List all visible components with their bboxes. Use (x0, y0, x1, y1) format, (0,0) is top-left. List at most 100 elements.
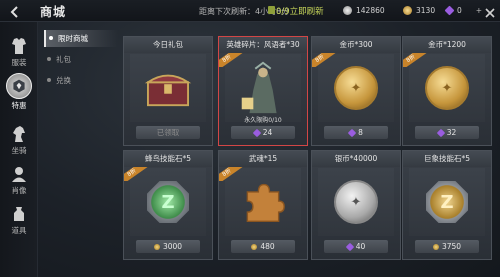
tab-dot-icon (49, 36, 53, 40)
buy-button[interactable]: 3000 (136, 240, 200, 253)
sub-tabs: 限时商城 礼包 兑换 (44, 30, 118, 93)
gem-amount: 0 (457, 6, 462, 15)
tab-label: 限时商城 (58, 34, 88, 43)
buy-button[interactable]: 480 (231, 240, 295, 253)
silver-coin-icon (343, 6, 352, 15)
card-art (130, 54, 206, 122)
tab-dot-icon (47, 78, 51, 82)
sidebar-item-label: 特惠 (11, 101, 27, 110)
portrait-icon (12, 167, 26, 182)
shop-card-war-soul[interactable]: 武魂*15 8折 480 (218, 150, 308, 260)
discount-badge: 8折 (219, 53, 245, 67)
sidebar-item-label: 肖像 (11, 186, 27, 195)
silver-amount: 142860 (356, 6, 385, 15)
card-title: 金币*300 (312, 37, 400, 53)
buy-button[interactable]: 24 (231, 126, 295, 139)
shop-card-hummingbird-stone[interactable]: 蜂鸟技能石*5 Z 8折 3000 (123, 150, 213, 260)
shop-card-silver-40000[interactable]: 银币*40000 ✦ 40 (311, 150, 401, 260)
gold-coin-icon (432, 243, 439, 250)
price-label: 3000 (162, 242, 183, 251)
card-title: 银币*40000 (312, 151, 400, 167)
price-label: 40 (355, 242, 366, 251)
gem-currency: 0 + (444, 4, 482, 17)
puzzle-piece-icon (246, 183, 285, 223)
discount-badge: 8折 (219, 167, 245, 181)
card-art: ✦ (318, 168, 394, 236)
shop-card-daily-gift[interactable]: 今日礼包 已领取 (123, 36, 213, 146)
discount-badge: 8折 (312, 53, 338, 67)
purchase-limit: 永久限购0/10 (244, 117, 282, 124)
back-arrow-icon (10, 6, 18, 18)
close-button[interactable] (484, 4, 496, 18)
shop-card-gold-300[interactable]: 金币*300 ✦ 8折 8 (311, 36, 401, 146)
sidebar-item-label: 服装 (11, 58, 27, 67)
shop-screen: 商城 距离下次刷新：4小时8分 0/9立即刷新 142860 3130 0 + (0, 0, 500, 277)
card-title: 金币*1200 (403, 37, 491, 53)
gem-icon (252, 128, 261, 137)
gold-coin-icon (403, 6, 412, 15)
sidebar-item-label: 道具 (11, 226, 27, 235)
gold-coin-icon: ✦ (334, 66, 378, 110)
discount-badge: 8折 (124, 167, 150, 181)
price-label: 8 (358, 128, 363, 137)
card-title: 今日礼包 (124, 37, 212, 53)
card-title: 英雄碎片：风语者*30 (219, 37, 307, 53)
shop-card-elephant-stone[interactable]: 巨象技能石*5 Z 3750 (402, 150, 492, 260)
buy-button[interactable]: 40 (324, 240, 388, 253)
shop-card-hero-shard[interactable]: 英雄碎片：风语者*30 永久限购0/10 8折 24 (218, 36, 308, 146)
gem-icon (347, 128, 357, 137)
gold-amount: 3130 (416, 6, 436, 15)
refresh-ticket-icon (268, 6, 275, 14)
silver-coin-icon: ✦ (334, 180, 378, 224)
tab-label: 礼包 (56, 55, 71, 64)
refresh-now-button[interactable]: 0/9立即刷新 (276, 5, 324, 17)
card-art: Z (409, 168, 485, 236)
card-title: 蜂鸟技能石*5 (124, 151, 212, 167)
tab-label: 兑换 (56, 76, 71, 85)
add-gem-icon[interactable]: + (476, 6, 482, 15)
gold-currency: 3130 (403, 4, 435, 17)
sidebar-item-clothing[interactable]: 服装 (0, 32, 38, 72)
sidebar: 服装 特惠 坐骑 肖像 道具 (0, 22, 38, 277)
gem-icon (444, 5, 455, 16)
gem-icon (345, 242, 354, 251)
hero-shard-icon (241, 61, 277, 114)
tab-dot-icon (47, 57, 51, 61)
green-skill-stone-icon: Z (147, 181, 189, 223)
gold-coin-icon (251, 243, 258, 250)
bag-icon (14, 207, 24, 221)
card-title: 巨象技能石*5 (403, 151, 491, 167)
tab-limited-shop[interactable]: 限时商城 (44, 30, 118, 47)
sidebar-item-mount[interactable]: 坐骑 (0, 120, 38, 160)
shop-card-gold-1200[interactable]: 金币*1200 ✦ 8折 32 (402, 36, 492, 146)
sidebar-item-special-offer[interactable]: 特惠 (0, 72, 38, 116)
gold-skill-stone-icon: Z (426, 181, 468, 223)
gem-icon (436, 128, 445, 137)
top-bar: 商城 距离下次刷新：4小时8分 0/9立即刷新 142860 3130 0 + (0, 0, 500, 22)
tab-gift-pack[interactable]: 礼包 (44, 51, 118, 68)
sidebar-item-label: 坐骑 (11, 146, 27, 155)
discount-badge: 8折 (403, 53, 429, 67)
gold-coin-icon (153, 243, 160, 250)
special-offer-icon (6, 73, 32, 99)
price-label: 3750 (441, 242, 462, 251)
price-label: 已领取 (156, 128, 180, 137)
chest-icon (144, 74, 192, 107)
card-title: 武魂*15 (219, 151, 307, 167)
claimed-button[interactable]: 已领取 (136, 126, 200, 139)
price-label: 24 (262, 128, 273, 137)
buy-button[interactable]: 3750 (415, 240, 479, 253)
buy-button[interactable]: 32 (415, 126, 479, 139)
silver-currency: 142860 (343, 4, 385, 17)
sidebar-item-items[interactable]: 道具 (0, 200, 38, 240)
price-label: 480 (260, 242, 275, 251)
gold-coin-icon: ✦ (425, 66, 469, 110)
sidebar-item-portrait[interactable]: 肖像 (0, 160, 38, 200)
close-icon (485, 8, 495, 18)
back-button[interactable] (8, 4, 22, 18)
horse-icon (13, 126, 25, 142)
buy-button[interactable]: 8 (324, 126, 388, 139)
price-label: 32 (446, 128, 457, 137)
tab-exchange[interactable]: 兑换 (44, 72, 118, 89)
page-title: 商城 (40, 5, 67, 19)
